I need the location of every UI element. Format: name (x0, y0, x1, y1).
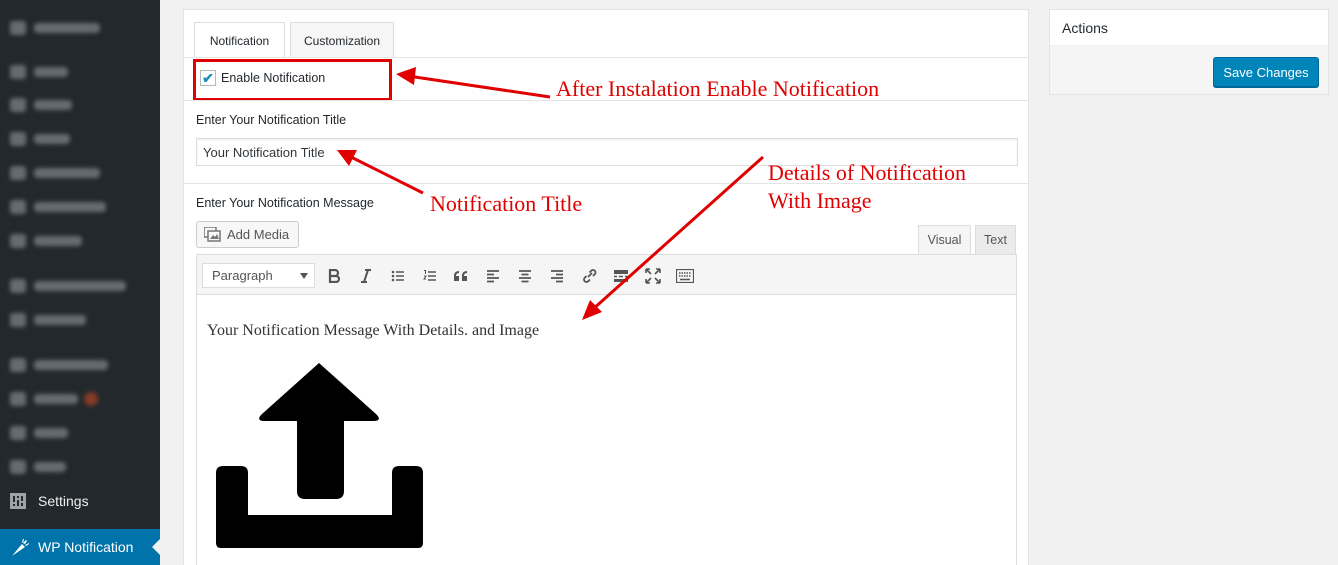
align-center-icon[interactable] (513, 264, 537, 288)
sidebar-item-label (34, 23, 100, 33)
sidebar-item-label (34, 236, 82, 246)
read-more-icon[interactable] (609, 264, 633, 288)
editor-content-area[interactable]: Your Notification Message With Details. … (197, 296, 1016, 565)
sidebar-item-label (34, 168, 100, 178)
dashboard-icon (10, 21, 26, 35)
tab-visual[interactable]: Visual (918, 225, 971, 254)
upload-icon (215, 363, 425, 551)
admin-sidebar: Settings WP Notification (0, 0, 160, 565)
divider (184, 57, 1028, 58)
tab-notification[interactable]: Notification (194, 22, 285, 58)
add-media-button[interactable]: Add Media (196, 221, 299, 248)
bullet-list-icon[interactable] (386, 264, 410, 288)
sidebar-item-woocommerce[interactable] (0, 269, 160, 303)
sidebar-item-label (34, 281, 126, 291)
products-icon (10, 313, 26, 327)
sidebar-item-media[interactable] (0, 88, 160, 122)
sidebar-item-comments[interactable] (0, 156, 160, 190)
mail-icon (10, 234, 26, 248)
sidebar-item-posts[interactable] (0, 55, 160, 89)
sidebar-item-label (34, 394, 78, 404)
message-editor: Paragraph Your Notification Message With… (196, 254, 1017, 565)
add-media-icon (203, 226, 221, 242)
sidebar-item-label: WP Notification (38, 539, 134, 555)
comments-icon (10, 166, 26, 180)
format-select[interactable]: Paragraph (202, 263, 315, 288)
link-icon[interactable] (577, 264, 601, 288)
italic-icon[interactable] (354, 264, 378, 288)
actions-title: Actions (1062, 20, 1108, 36)
align-left-icon[interactable] (481, 264, 505, 288)
save-changes-button[interactable]: Save Changes (1213, 57, 1319, 87)
add-media-label: Add Media (227, 227, 290, 242)
sidebar-item-label (34, 67, 68, 77)
pin-icon (10, 65, 26, 79)
sidebar-item-dashboard[interactable] (0, 11, 160, 45)
sidebar-item-cloud-image[interactable] (0, 190, 160, 224)
annotation-enable-note: After Instalation Enable Notification (556, 76, 880, 101)
sidebar-item-users[interactable] (0, 416, 160, 450)
annotation-title-note: Notification Title (430, 191, 583, 216)
users-icon (10, 426, 26, 440)
tab-text[interactable]: Text (975, 225, 1016, 254)
editor-toolbar: Paragraph (197, 255, 1016, 295)
plugins-icon (10, 392, 26, 406)
align-right-icon[interactable] (545, 264, 569, 288)
tools-icon (10, 460, 26, 474)
annotation-details-line1: Details of Notification (768, 160, 966, 185)
brush-icon (10, 358, 26, 372)
highlight-box (193, 59, 392, 101)
sidebar-item-pages[interactable] (0, 122, 160, 156)
annotation-details-line2: With Image (768, 188, 872, 213)
sidebar-item-appearance[interactable] (0, 348, 160, 382)
chevron-down-icon (300, 273, 308, 279)
sidebar-item-label (34, 315, 86, 325)
keyboard-icon[interactable] (673, 264, 697, 288)
sidebar-item-contact[interactable] (0, 224, 160, 258)
carrot-icon (10, 539, 30, 556)
sliders-icon (10, 493, 30, 509)
image-icon (10, 200, 26, 214)
sidebar-item-plugins[interactable] (0, 382, 160, 416)
sidebar-item-label (34, 202, 106, 212)
sidebar-item-settings[interactable]: Settings (0, 484, 160, 518)
blockquote-icon[interactable] (449, 264, 473, 288)
sidebar-item-label (34, 134, 70, 144)
pages-icon (10, 132, 26, 146)
sidebar-item-label (34, 462, 66, 472)
format-select-value: Paragraph (212, 268, 273, 283)
bold-icon[interactable] (322, 264, 346, 288)
sidebar-item-products[interactable] (0, 303, 160, 337)
actions-box: Actions Save Changes (1049, 9, 1329, 95)
sidebar-item-label (34, 100, 72, 110)
actions-footer: Save Changes (1050, 46, 1328, 94)
message-field-label: Enter Your Notification Message (196, 196, 374, 210)
title-field-label: Enter Your Notification Title (196, 113, 347, 127)
sidebar-item-label: Settings (38, 493, 89, 509)
update-count-badge (84, 392, 98, 406)
sidebar-item-tools[interactable] (0, 450, 160, 484)
woo-icon (10, 279, 26, 293)
tab-customization[interactable]: Customization (290, 22, 394, 58)
numbered-list-icon[interactable] (418, 264, 442, 288)
fullscreen-icon[interactable] (641, 264, 665, 288)
sidebar-item-label (34, 360, 108, 370)
editor-message-text: Your Notification Message With Details. … (207, 322, 540, 339)
sidebar-item-label (34, 428, 68, 438)
sidebar-item-wp-notification[interactable]: WP Notification (0, 529, 160, 565)
media-icon (10, 98, 26, 112)
